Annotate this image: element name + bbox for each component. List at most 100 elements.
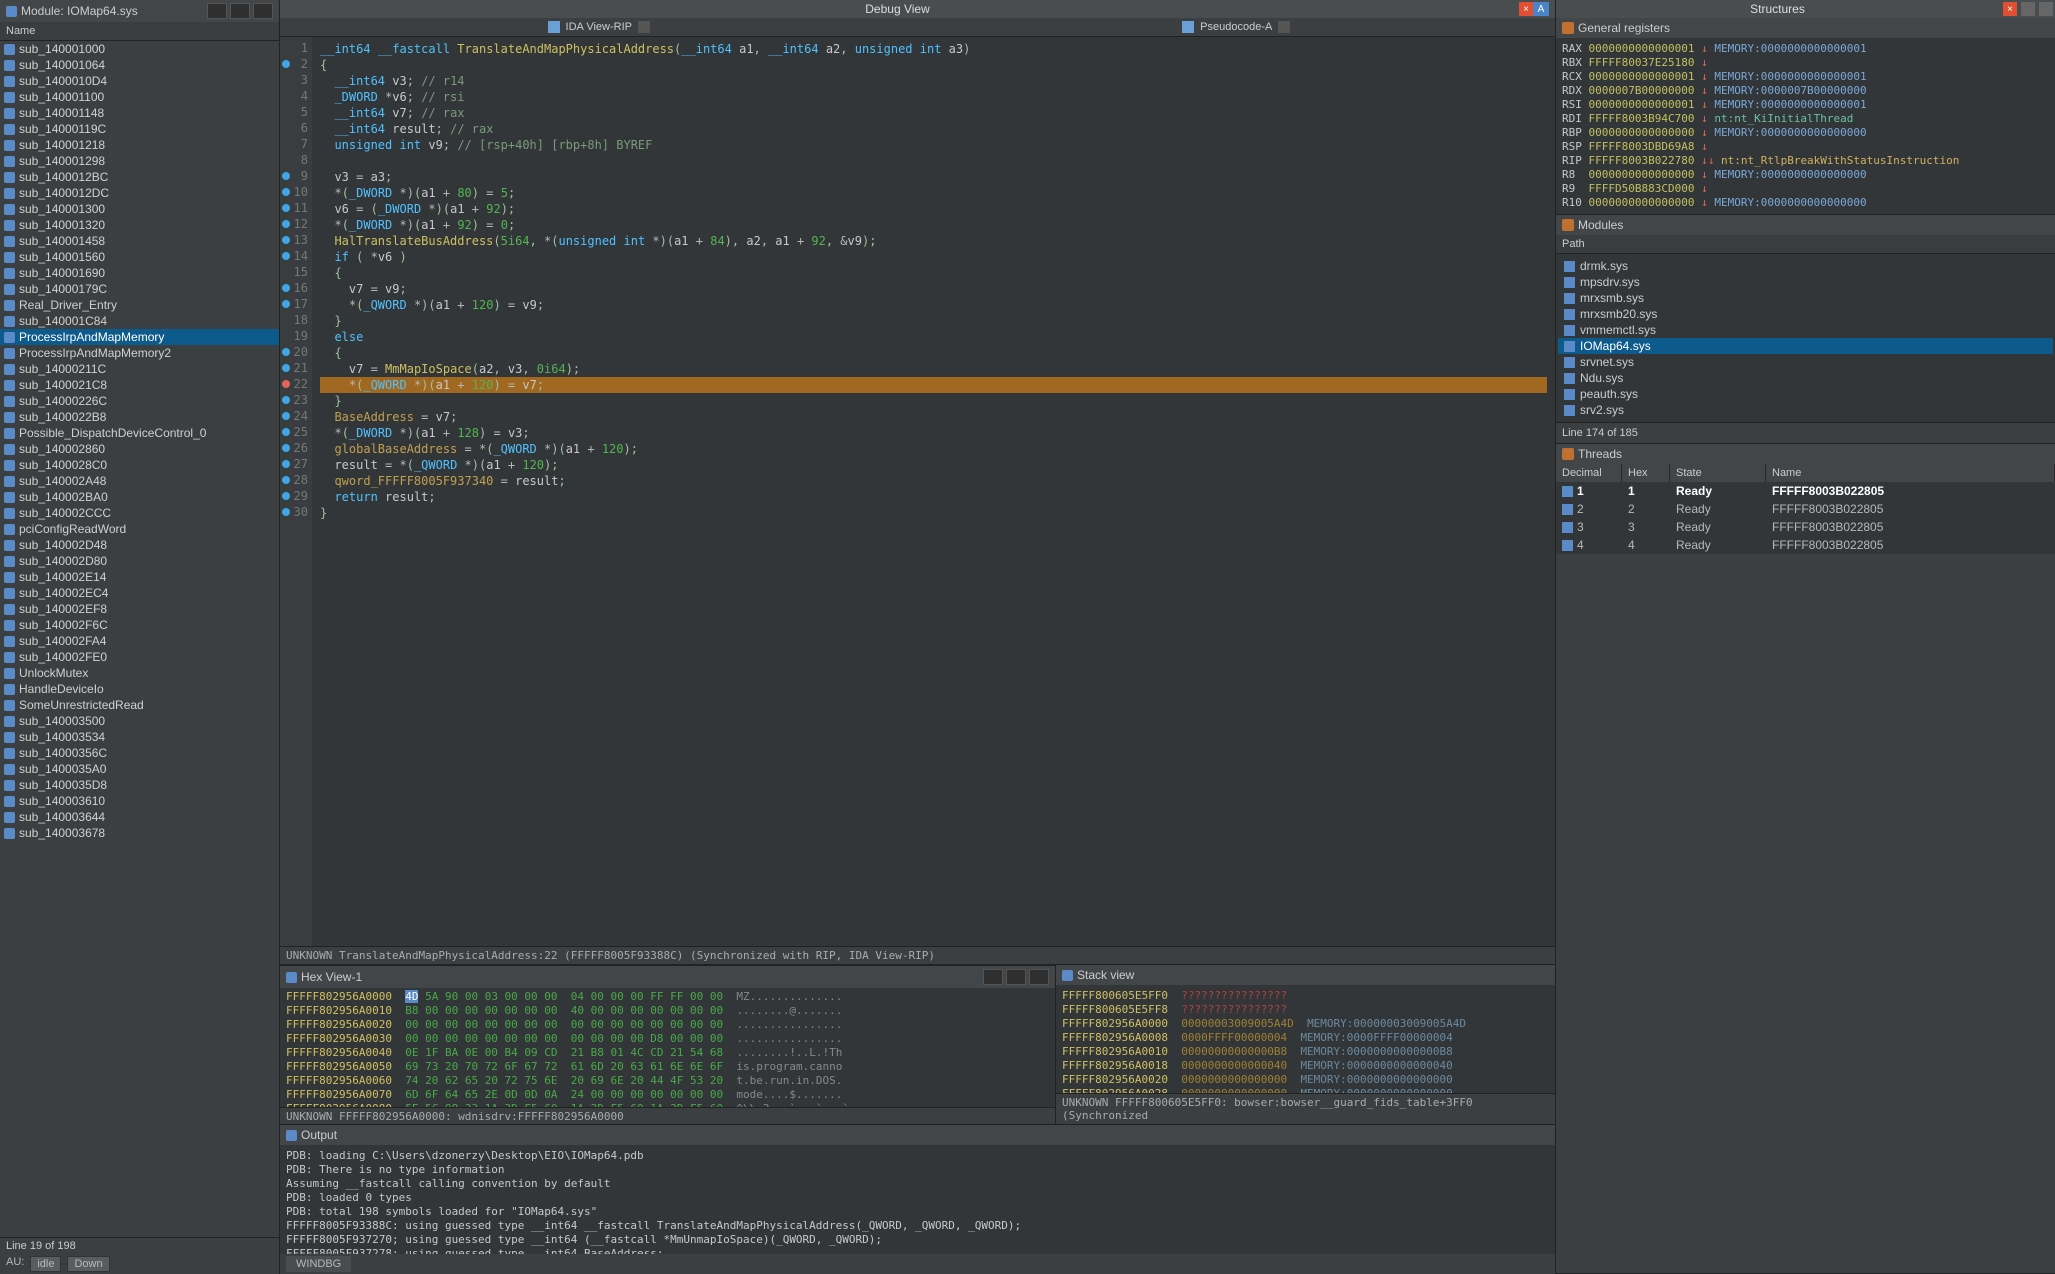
au-down-box[interactable]: Down: [67, 1256, 109, 1272]
tab-ida-view-rip[interactable]: IDA View-RIP: [280, 18, 918, 36]
module-item[interactable]: srv2.sys: [1558, 402, 2053, 418]
function-item[interactable]: Possible_DispatchDeviceControl_0: [0, 425, 279, 441]
function-item[interactable]: sub_140003678: [0, 825, 279, 841]
hex-tb-3[interactable]: [1029, 969, 1049, 985]
modules-path-header[interactable]: Path: [1556, 235, 2055, 254]
function-item[interactable]: UnlockMutex: [0, 665, 279, 681]
function-item[interactable]: sub_140002D80: [0, 553, 279, 569]
threads-header-row[interactable]: Decimal Hex State Name: [1556, 464, 2055, 482]
function-list[interactable]: sub_140001000sub_140001064sub_1400010D4s…: [0, 41, 279, 1237]
module-item[interactable]: Ndu.sys: [1558, 370, 2053, 386]
function-item[interactable]: sub_140001000: [0, 41, 279, 57]
function-item[interactable]: sub_14000356C: [0, 745, 279, 761]
code-editor[interactable]: 1234567891011121314151617181920212223242…: [280, 37, 1555, 946]
function-item[interactable]: ProcessIrpAndMapMemory2: [0, 345, 279, 361]
function-item[interactable]: sub_140003534: [0, 729, 279, 745]
modules-body[interactable]: drmk.sysmpsdrv.sysmrxsmb.sysmrxsmb20.sys…: [1556, 254, 2055, 422]
function-item[interactable]: sub_140003644: [0, 809, 279, 825]
tab-ida-close-icon[interactable]: [638, 21, 650, 33]
function-item[interactable]: sub_140001148: [0, 105, 279, 121]
module-item[interactable]: peauth.sys: [1558, 386, 2053, 402]
function-item[interactable]: sub_140003500: [0, 713, 279, 729]
structures-box-btn[interactable]: [2021, 2, 2035, 16]
thread-row[interactable]: 22ReadyFFFFF8003B022805: [1556, 500, 2055, 518]
tab-pseudocode-close-icon[interactable]: [1278, 21, 1290, 33]
hex-tb-2[interactable]: [1006, 969, 1026, 985]
tab-pseudocode-a[interactable]: Pseudocode-A: [918, 18, 1556, 36]
output-tab-windbg[interactable]: WINDBG: [286, 1256, 351, 1272]
registers-body[interactable]: RAX 0000000000000001 ↓ MEMORY:0000000000…: [1556, 38, 2055, 214]
function-item[interactable]: pciConfigReadWord: [0, 521, 279, 537]
function-item[interactable]: sub_1400035D8: [0, 777, 279, 793]
threads-col-hex[interactable]: Hex: [1622, 464, 1670, 482]
function-item[interactable]: sub_140001218: [0, 137, 279, 153]
function-item[interactable]: sub_1400022B8: [0, 409, 279, 425]
function-item[interactable]: sub_1400010D4: [0, 73, 279, 89]
function-item[interactable]: sub_140002EF8: [0, 601, 279, 617]
module-item[interactable]: drmk.sys: [1558, 258, 2053, 274]
function-item[interactable]: Real_Driver_Entry: [0, 297, 279, 313]
name-column-header[interactable]: Name: [0, 22, 279, 41]
function-item[interactable]: sub_1400012DC: [0, 185, 279, 201]
function-item[interactable]: sub_14000211C: [0, 361, 279, 377]
function-item[interactable]: sub_140002A48: [0, 473, 279, 489]
function-item[interactable]: sub_140002E14: [0, 569, 279, 585]
function-item[interactable]: sub_140002FE0: [0, 649, 279, 665]
threads-body[interactable]: 11ReadyFFFFF8003B02280522ReadyFFFFF8003B…: [1556, 482, 2055, 554]
function-item[interactable]: sub_1400035A0: [0, 761, 279, 777]
thread-row[interactable]: 44ReadyFFFFF8003B022805: [1556, 536, 2055, 554]
thread-row[interactable]: 33ReadyFFFFF8003B022805: [1556, 518, 2055, 536]
stack-view-body[interactable]: FFFFF800605E5FF0 ????????????????FFFFF80…: [1056, 985, 1555, 1093]
function-item[interactable]: sub_140001064: [0, 57, 279, 73]
au-idle-box[interactable]: idle: [30, 1256, 61, 1272]
structures-box-btn-2[interactable]: [2039, 2, 2053, 16]
function-item[interactable]: sub_140002F6C: [0, 617, 279, 633]
function-item[interactable]: sub_1400021C8: [0, 377, 279, 393]
function-item[interactable]: sub_140002FA4: [0, 633, 279, 649]
code-body[interactable]: __int64 __fastcall TranslateAndMapPhysic…: [312, 37, 1555, 946]
function-item[interactable]: sub_14000226C: [0, 393, 279, 409]
threads-col-name[interactable]: Name: [1766, 464, 2055, 482]
function-item[interactable]: sub_140001690: [0, 265, 279, 281]
module-item[interactable]: srvnet.sys: [1558, 354, 2053, 370]
module-item[interactable]: vmmemctl.sys: [1558, 322, 2053, 338]
function-item[interactable]: sub_140001560: [0, 249, 279, 265]
panel-btn-2[interactable]: [230, 3, 250, 19]
function-item[interactable]: sub_140002EC4: [0, 585, 279, 601]
debug-view-close-icon[interactable]: ×: [1519, 2, 1533, 16]
function-item[interactable]: sub_140001C84: [0, 313, 279, 329]
threads-col-decimal[interactable]: Decimal: [1556, 464, 1622, 482]
function-item[interactable]: sub_1400012BC: [0, 169, 279, 185]
function-item[interactable]: sub_140002860: [0, 441, 279, 457]
function-item[interactable]: sub_140001300: [0, 201, 279, 217]
function-item[interactable]: sub_140001320: [0, 217, 279, 233]
function-item[interactable]: sub_140003610: [0, 793, 279, 809]
function-item[interactable]: sub_14000119C: [0, 121, 279, 137]
module-item[interactable]: IOMap64.sys: [1558, 338, 2053, 354]
function-item[interactable]: sub_140001298: [0, 153, 279, 169]
function-item[interactable]: sub_14000179C: [0, 281, 279, 297]
hex-tb-1[interactable]: [983, 969, 1003, 985]
function-item[interactable]: sub_140002CCC: [0, 505, 279, 521]
module-item[interactable]: mrxsmb.sys: [1558, 290, 2053, 306]
threads-col-state[interactable]: State: [1670, 464, 1766, 482]
function-item[interactable]: sub_140001458: [0, 233, 279, 249]
code-gutter[interactable]: 1234567891011121314151617181920212223242…: [280, 37, 312, 946]
panel-btn-1[interactable]: [207, 3, 227, 19]
output-body[interactable]: PDB: loading C:\Users\dzonerzy\Desktop\E…: [280, 1145, 1555, 1254]
function-label: sub_140001560: [19, 250, 105, 264]
panel-btn-3[interactable]: [253, 3, 273, 19]
function-item[interactable]: ProcessIrpAndMapMemory: [0, 329, 279, 345]
function-item[interactable]: sub_1400028C0: [0, 457, 279, 473]
function-item[interactable]: sub_140002D48: [0, 537, 279, 553]
function-item[interactable]: SomeUnrestrictedRead: [0, 697, 279, 713]
module-item[interactable]: mrxsmb20.sys: [1558, 306, 2053, 322]
function-item[interactable]: HandleDeviceIo: [0, 681, 279, 697]
structures-close-icon[interactable]: ×: [2003, 2, 2017, 16]
function-item[interactable]: sub_140001100: [0, 89, 279, 105]
thread-row[interactable]: 11ReadyFFFFF8003B022805: [1556, 482, 2055, 500]
struct-glyph-icon[interactable]: A: [1533, 2, 1549, 16]
hex-view-body[interactable]: FFFFF802956A0000 4D 5A 90 00 03 00 00 00…: [280, 988, 1055, 1107]
module-item[interactable]: mpsdrv.sys: [1558, 274, 2053, 290]
function-item[interactable]: sub_140002BA0: [0, 489, 279, 505]
